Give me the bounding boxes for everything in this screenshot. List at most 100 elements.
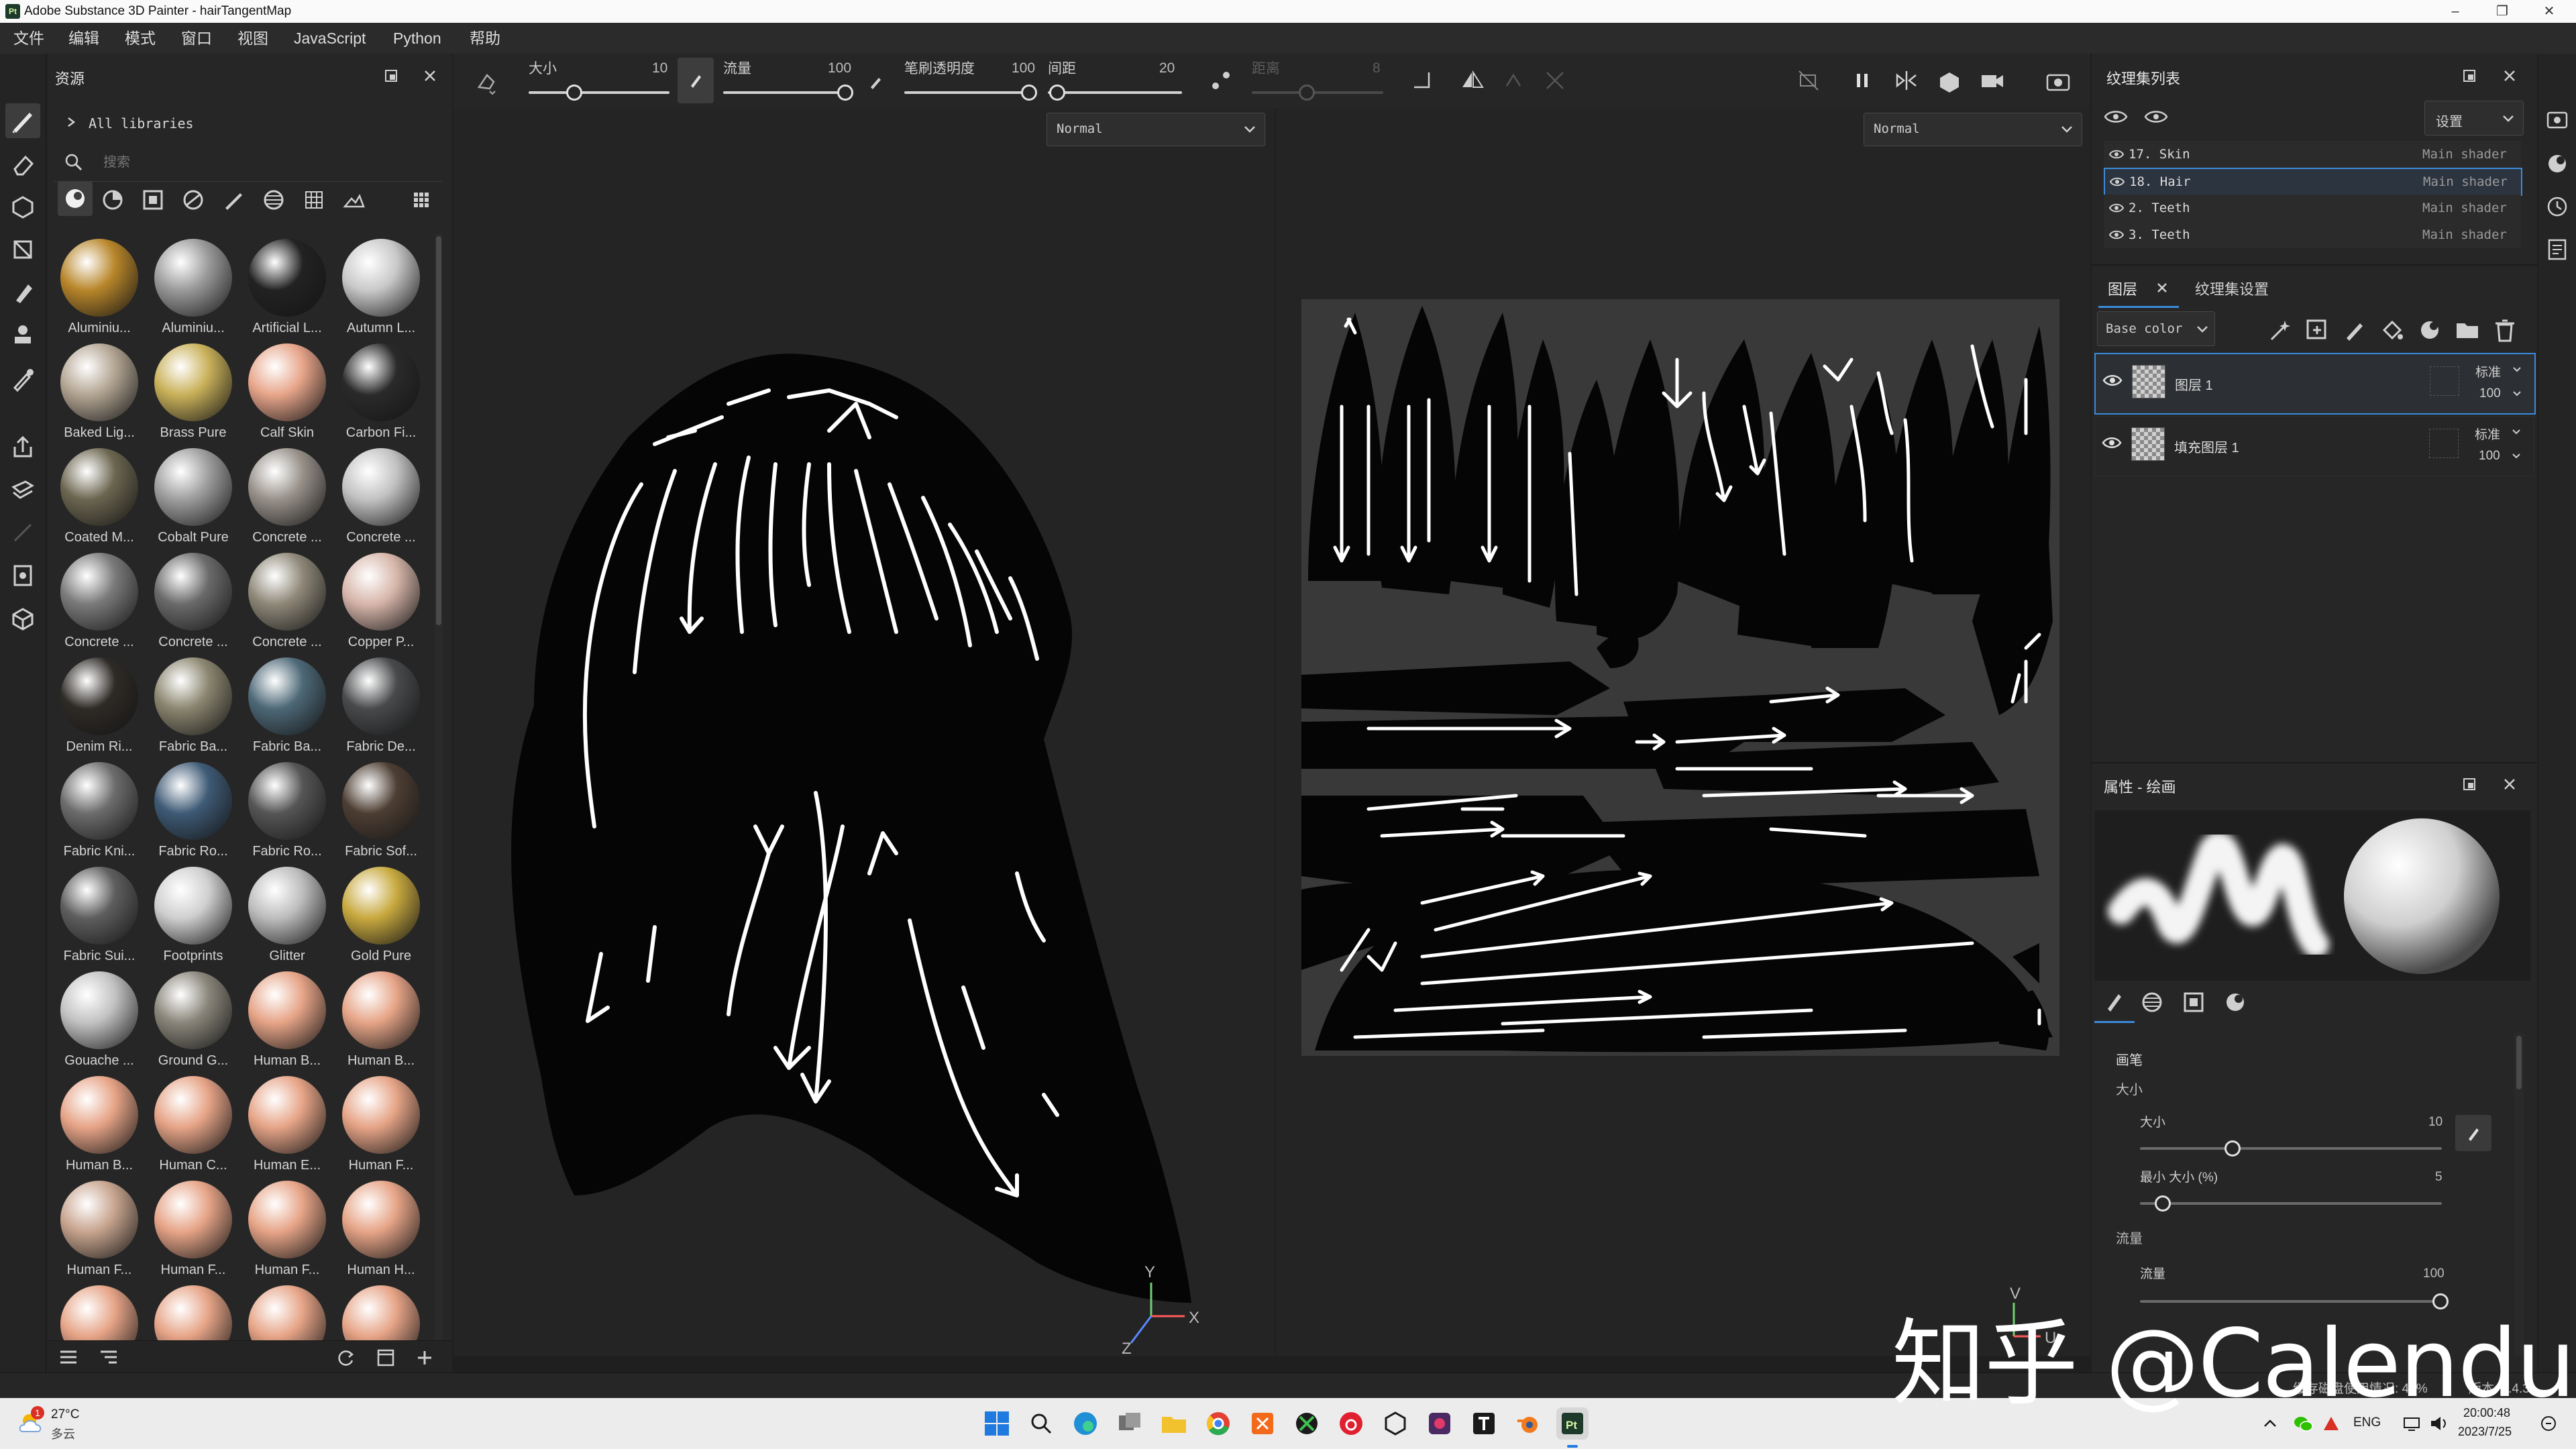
scroll-thumb[interactable]	[436, 236, 441, 625]
viewport-2d[interactable]: Normal V U	[1276, 109, 2090, 1356]
menu-javascript[interactable]: JavaScript	[294, 23, 366, 54]
spacing-slider-knob[interactable]	[1049, 85, 1065, 101]
layer-row[interactable]: 图层 1 标准 100	[2094, 353, 2536, 415]
layer-blend-mode[interactable]: 标准	[2475, 362, 2501, 380]
spacing-slider[interactable]	[1048, 91, 1182, 94]
filter-all-button[interactable]	[58, 181, 93, 216]
taskbar-app-orange[interactable]	[1246, 1407, 1279, 1440]
layer-name[interactable]: 图层 1	[2175, 374, 2213, 394]
taskbar-unity[interactable]	[1379, 1407, 1411, 1440]
material-item[interactable]: Brass Pure	[148, 338, 239, 443]
material-item[interactable]: Coated M...	[54, 443, 145, 547]
material-item[interactable]: Fabric De...	[335, 652, 427, 757]
stroke-nodes-icon[interactable]	[1208, 67, 1234, 94]
start-button[interactable]	[981, 1407, 1013, 1440]
menu-mode[interactable]: 模式	[125, 23, 156, 54]
polygon-fill-tool[interactable]	[5, 232, 40, 267]
taskbar-xbox[interactable]	[1291, 1407, 1323, 1440]
refresh-icon[interactable]	[335, 1348, 356, 1368]
layer-blend-mode[interactable]: 标准	[2475, 425, 2500, 443]
texture-set-row[interactable]: 2. Teeth Main shader	[2104, 195, 2521, 221]
material-item[interactable]: Calf Skin	[241, 338, 333, 443]
taskbar-chrome[interactable]	[1202, 1407, 1234, 1440]
menu-file[interactable]: 文件	[13, 23, 44, 54]
layer-opacity[interactable]: 100	[2479, 386, 2501, 401]
brush-opacity-slider[interactable]	[904, 91, 1032, 94]
chevron-down-icon[interactable]	[2511, 427, 2522, 437]
material-item[interactable]: Fabric Kni...	[54, 757, 145, 861]
material-item[interactable]: Concrete ...	[148, 547, 239, 652]
alignment-icon[interactable]	[1409, 67, 1436, 94]
environment-icon[interactable]	[342, 188, 366, 212]
material-item[interactable]: Fabric Sui...	[54, 861, 145, 966]
material-item[interactable]: Concrete ...	[241, 547, 333, 652]
material-item[interactable]: Cobalt Pure	[148, 443, 239, 547]
smart-mask-icon[interactable]	[181, 188, 205, 212]
material-item[interactable]: Autumn L...	[335, 233, 427, 338]
material-item[interactable]: Denim Ri...	[54, 652, 145, 757]
transform-icon[interactable]	[1542, 67, 1568, 94]
weather-desc[interactable]: 多云	[51, 1425, 75, 1442]
texture-grid-icon[interactable]	[302, 188, 326, 212]
material-item[interactable]: Human E...	[241, 1071, 333, 1175]
material-item[interactable]: Concrete ...	[335, 443, 427, 547]
magic-wand-icon[interactable]	[2266, 317, 2293, 343]
texture-set-row[interactable]: 18. Hair Main shader	[2104, 168, 2522, 196]
close-icon[interactable]	[2502, 777, 2517, 792]
eraser-tool[interactable]	[5, 146, 40, 181]
close-icon[interactable]	[2502, 68, 2517, 83]
eye-icon[interactable]	[2108, 148, 2125, 160]
log-icon[interactable]	[2544, 236, 2571, 263]
materials-tool[interactable]	[5, 601, 40, 636]
flow-slider-knob[interactable]	[837, 85, 853, 101]
layer-mask-slot[interactable]	[2429, 429, 2459, 458]
add-fill-layer-icon[interactable]	[2379, 317, 2406, 343]
brush-preset-icon[interactable]	[221, 188, 246, 212]
clock-date[interactable]: 2023/7/25	[2458, 1425, 2512, 1439]
disabled-tool[interactable]	[5, 515, 40, 550]
screenshot-camera-icon[interactable]	[2043, 67, 2073, 97]
material-item[interactable]: Human H...	[335, 1175, 427, 1280]
camera-hide-icon[interactable]	[1795, 67, 1822, 94]
channel-dropdown[interactable]: Base color	[2097, 311, 2215, 346]
grid-view-icon[interactable]	[409, 188, 433, 212]
minimize-button[interactable]: –	[2435, 1, 2475, 21]
tab-brush[interactable]	[2094, 982, 2135, 1023]
material-item[interactable]: Human C...	[148, 1071, 239, 1175]
close-window-button[interactable]: ✕	[2529, 1, 2569, 21]
eye-toggle-icon[interactable]	[2104, 107, 2128, 126]
material-item[interactable]: Concrete ...	[54, 547, 145, 652]
undock-icon[interactable]	[2462, 777, 2477, 792]
tab-texture-set-settings[interactable]: 纹理集设置	[2195, 278, 2269, 299]
material-item[interactable]: Aluminiu...	[148, 233, 239, 338]
material-item[interactable]: Baked Lig...	[54, 338, 145, 443]
chevron-right-icon[interactable]	[66, 115, 76, 129]
eye-icon[interactable]	[2144, 107, 2168, 126]
delete-icon[interactable]	[2491, 317, 2518, 343]
distance-slider-knob[interactable]	[1299, 85, 1315, 101]
eye-icon[interactable]	[2102, 435, 2122, 450]
procedural-icon[interactable]	[262, 188, 286, 212]
display-settings-tool[interactable]	[5, 558, 40, 593]
material-item[interactable]: Fabric Ro...	[241, 757, 333, 861]
layer-name[interactable]: 填充图层 1	[2174, 437, 2239, 456]
filter-list-icon[interactable]	[98, 1348, 119, 1366]
folder-icon[interactable]	[2454, 317, 2481, 343]
tab-layers[interactable]: 图层	[2098, 268, 2179, 308]
uv-texture-map[interactable]	[1301, 299, 2059, 1056]
menu-window[interactable]: 窗口	[181, 23, 212, 54]
undock-icon[interactable]	[384, 68, 398, 83]
material-item[interactable]: Concrete ...	[241, 443, 333, 547]
prop-size-slider[interactable]	[2140, 1147, 2442, 1150]
paint-brush-tool[interactable]	[5, 103, 40, 138]
material-item[interactable]: Human F...	[54, 1175, 145, 1280]
export-tool[interactable]	[5, 429, 40, 464]
add-mask-icon[interactable]	[2304, 317, 2330, 343]
taskbar-file-explorer[interactable]	[1158, 1407, 1190, 1440]
texture-set-settings-dropdown[interactable]: 设置	[2424, 101, 2524, 136]
history-icon[interactable]	[2544, 193, 2571, 220]
taskbar-substance-painter[interactable]: Pt	[1556, 1407, 1589, 1448]
add-effect-icon[interactable]	[2416, 317, 2443, 343]
alpha-pattern-icon[interactable]	[2140, 990, 2164, 1014]
material-item[interactable]: Fabric Sof...	[335, 757, 427, 861]
